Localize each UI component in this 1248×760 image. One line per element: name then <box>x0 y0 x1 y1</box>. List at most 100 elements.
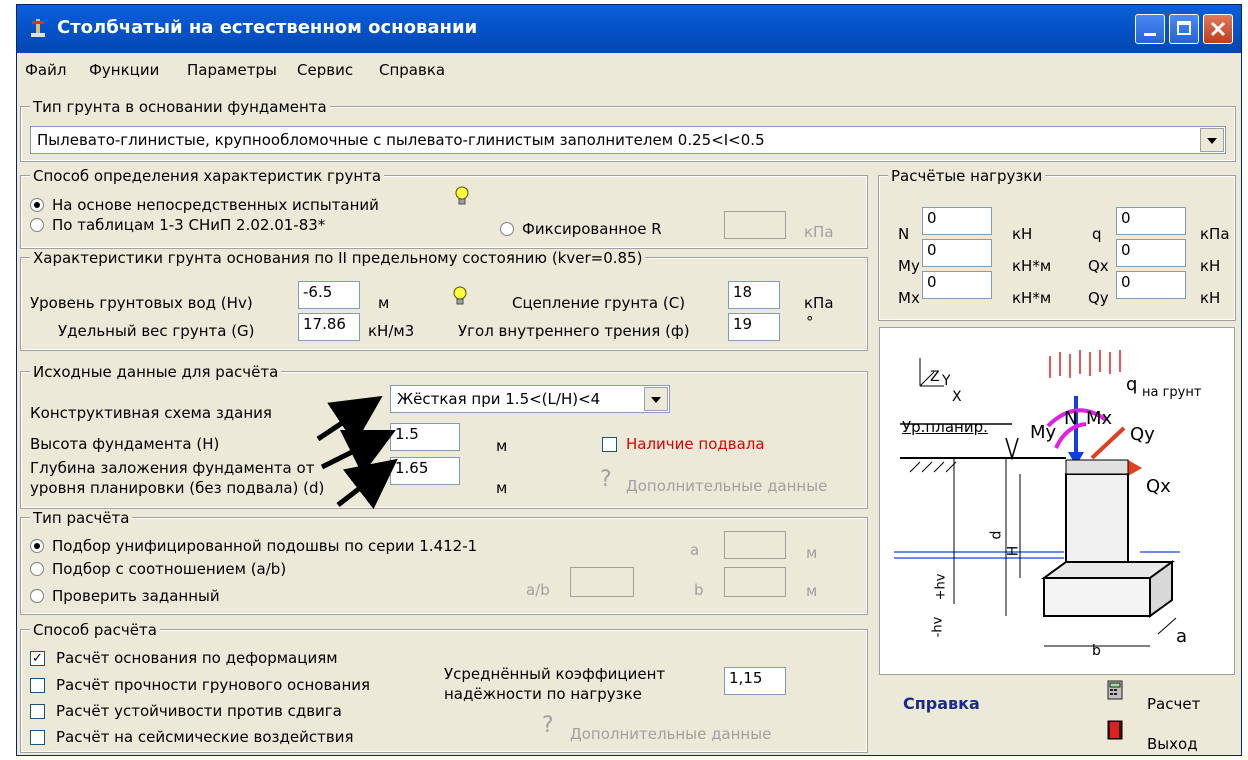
n-label: N <box>898 225 910 243</box>
diagram-mx-label: Mx <box>1086 408 1113 429</box>
ab-input[interactable] <box>570 567 634 597</box>
hint-bulb-icon[interactable] <box>452 285 468 307</box>
hv-unit: м <box>378 294 390 312</box>
shear-checkbox[interactable] <box>30 704 45 719</box>
diagram-d-label: d <box>988 530 1005 540</box>
qx-unit: кН <box>1200 257 1221 275</box>
method-label-tests: На основе непосредственных испытаний <box>52 196 379 214</box>
fixed-r-unit: кПа <box>804 223 834 241</box>
diagram-qy-label: Qy <box>1130 424 1155 445</box>
calc-button[interactable]: Расчет <box>1147 695 1200 713</box>
soil-props-group: Характеристики грунта основания по II пр… <box>20 249 868 351</box>
c-input[interactable]: 18 <box>728 281 780 309</box>
shear-label: Расчёт устойчивости против сдвига <box>56 702 342 720</box>
soil-type-group: Тип грунта в основании фундамента Пылева… <box>20 98 1236 162</box>
calc-type-label-check: Проверить заданный <box>52 587 220 605</box>
coef-label-line1: Усреднённый коэффициент <box>444 665 666 683</box>
phi-label: Угол внутреннего трения (ф) <box>458 322 690 340</box>
seismic-label: Расчёт на сейсмические воздействия <box>56 728 354 746</box>
deformation-checkbox[interactable]: ✓ <box>30 651 45 666</box>
exit-door-icon[interactable] <box>1107 720 1123 740</box>
a-unit: м <box>806 544 818 562</box>
method-group: Способ определения характеристик грунта … <box>20 167 868 249</box>
menu-parameters[interactable]: Параметры <box>187 61 277 79</box>
mx-input[interactable]: 0 <box>922 271 992 299</box>
menu-bar: Файл Функции Параметры Сервис Справка <box>17 55 1241 85</box>
menu-service[interactable]: Сервис <box>297 61 353 79</box>
ab-label: a/b <box>526 581 550 599</box>
minimize-button[interactable] <box>1135 14 1165 44</box>
seismic-checkbox[interactable] <box>30 730 45 745</box>
g-unit: кН/м3 <box>368 322 415 340</box>
g-input[interactable]: 17.86 <box>298 313 360 341</box>
maximize-button[interactable] <box>1169 14 1199 44</box>
close-icon <box>1210 21 1226 37</box>
axis-label-y: Y <box>942 373 951 389</box>
chevron-down-icon[interactable] <box>1200 128 1224 152</box>
exit-button[interactable]: Выход <box>1147 735 1198 753</box>
b-unit: м <box>806 582 818 600</box>
b-input[interactable] <box>724 567 786 597</box>
diagram-my-label: My <box>1030 422 1057 443</box>
qy-unit: кН <box>1200 289 1221 307</box>
qx-input[interactable]: 0 <box>1116 239 1186 267</box>
n-unit: кН <box>1012 225 1033 243</box>
help-link[interactable]: Справка <box>903 695 980 713</box>
a-input[interactable] <box>724 531 786 559</box>
method-radio-fixed-r[interactable] <box>500 222 514 236</box>
calc-method-group: Способ расчёта ✓ Расчёт основания по деф… <box>20 621 868 753</box>
coef-label-line2: надёжности по нагрузке <box>444 685 642 703</box>
b-label: b <box>694 581 704 599</box>
close-button[interactable] <box>1203 14 1233 44</box>
c-label: Сцепление грунта (С) <box>512 294 686 312</box>
menu-functions[interactable]: Функции <box>89 61 159 79</box>
n-input[interactable]: 0 <box>922 207 992 235</box>
app-window: Столбчатый на естественном основании Фай… <box>16 4 1242 756</box>
calc-type-group: Тип расчёта Подбор унифицированной подош… <box>20 509 868 615</box>
coef-input[interactable]: 1,15 <box>724 667 786 695</box>
soil-type-select[interactable]: Пылевато-глинистые, крупнообломочные с п… <box>30 126 1226 154</box>
hv-input[interactable]: -6.5 <box>298 281 360 309</box>
my-label: My <box>898 257 920 275</box>
method-legend: Способ определения характеристик грунта <box>30 167 385 185</box>
diagram-qx-label: Qx <box>1146 476 1171 497</box>
calc-type-label-ratio: Подбор с соотношением (a/b) <box>52 560 287 578</box>
hint-bulb-icon[interactable] <box>454 185 470 207</box>
calc-type-legend: Тип расчёта <box>30 509 133 527</box>
method-radio-tests[interactable] <box>30 198 44 212</box>
strength-checkbox[interactable] <box>30 678 45 693</box>
method-radio-tables[interactable] <box>30 218 44 232</box>
calc-type-radio-check[interactable] <box>30 589 44 603</box>
diagram-plan-label: Ур.планир. <box>902 418 988 436</box>
qy-input[interactable]: 0 <box>1116 271 1186 299</box>
my-input[interactable]: 0 <box>922 239 992 267</box>
diagram-ground-label: на грунт <box>1142 385 1202 400</box>
a-label: a <box>690 541 700 559</box>
calculator-icon[interactable] <box>1107 680 1123 700</box>
method-extra-data-link[interactable]: Дополнительные данные <box>570 725 771 743</box>
fixed-r-input[interactable] <box>724 211 786 239</box>
mx-unit: кН*м <box>1012 289 1052 307</box>
calc-type-radio-ratio[interactable] <box>30 562 44 576</box>
calc-method-legend: Способ расчёта <box>30 621 160 639</box>
strength-label: Расчёт прочности грунового основания <box>56 676 371 694</box>
foundation-diagram: Z Y X q на грунт Ур.планир. My N Mx Qy Q… <box>879 327 1235 675</box>
phi-input[interactable]: 19 <box>728 313 780 341</box>
calc-type-radio-unified[interactable] <box>30 539 44 553</box>
mx-label: Mx <box>898 289 920 307</box>
phi-unit: ° <box>806 313 814 331</box>
method-label-fixed-r: Фиксированное R <box>522 220 662 238</box>
loads-legend: Расчётые нагрузки <box>888 167 1046 185</box>
axis-label-x: X <box>952 389 962 405</box>
menu-help[interactable]: Справка <box>379 61 445 79</box>
diagram-hv-pos-label: +hv <box>933 573 949 601</box>
diagram-a-label: a <box>1176 626 1188 647</box>
q-input[interactable]: 0 <box>1116 207 1186 235</box>
title-bar: Столбчатый на естественном основании <box>17 5 1241 53</box>
qy-label: Qy <box>1088 289 1109 307</box>
diagram-n-label: N <box>1064 408 1078 429</box>
menu-file[interactable]: Файл <box>25 61 66 79</box>
diagram-h-label: H <box>1005 545 1022 557</box>
deformation-label: Расчёт основания по деформациям <box>56 649 338 667</box>
help-question-icon[interactable]: ? <box>542 715 554 737</box>
